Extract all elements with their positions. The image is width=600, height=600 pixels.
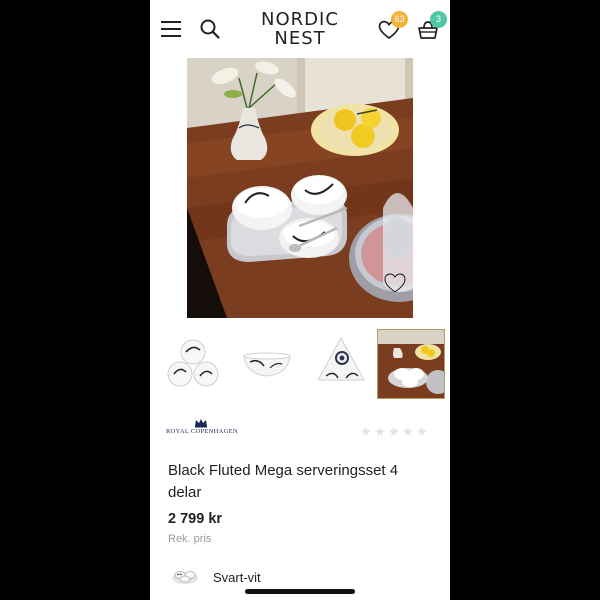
brand-name: ROYAL COPENHAGEN	[166, 428, 238, 435]
star-icon: ★	[416, 424, 428, 439]
star-icon: ★	[360, 424, 372, 439]
star-icon: ★	[388, 424, 400, 439]
hamburger-menu-icon[interactable]	[161, 20, 181, 38]
product-price: 2 799 kr	[168, 511, 223, 527]
logo-line-2: NEST	[274, 28, 326, 49]
variant-label: Svart-vit	[213, 570, 261, 585]
brand-logo[interactable]: ROYAL COPENHAGEN	[166, 418, 238, 442]
price-note: Rek. pris	[168, 533, 212, 545]
variant-thumbnail	[172, 571, 198, 584]
thumbnail-strip	[160, 329, 450, 400]
rating-stars[interactable]: ★ ★ ★ ★ ★	[360, 423, 430, 439]
thumbnail-set-angled-view[interactable]	[308, 330, 374, 398]
thumbnail-lifestyle-photo[interactable]	[377, 329, 450, 399]
thumbnail-bowl-side-view[interactable]	[234, 330, 300, 398]
star-icon: ★	[374, 424, 386, 439]
product-main-image[interactable]	[187, 58, 413, 318]
product-title: Black Fluted Mega serveringsset 4 delar	[168, 462, 399, 501]
add-to-favorites-icon[interactable]	[383, 272, 407, 294]
search-icon[interactable]	[199, 18, 221, 40]
wishlist-count-badge: 63	[391, 11, 408, 28]
phone-screen: NORDIC NEST 63 3 ROYAL COPENHAGEN ★ ★ ★ …	[150, 0, 450, 600]
thumbnail-set-top-view[interactable]	[160, 330, 226, 398]
cart-count-badge: 3	[430, 11, 447, 28]
app-header: NORDIC NEST 63 3	[150, 0, 450, 58]
crown-icon	[195, 419, 207, 428]
variant-selector[interactable]: Svart-vit	[170, 566, 310, 588]
home-indicator[interactable]	[245, 589, 355, 594]
nordic-nest-logo[interactable]: NORDIC NEST	[255, 10, 345, 48]
star-icon: ★	[402, 424, 414, 439]
logo-line-1: NORDIC	[261, 9, 339, 30]
